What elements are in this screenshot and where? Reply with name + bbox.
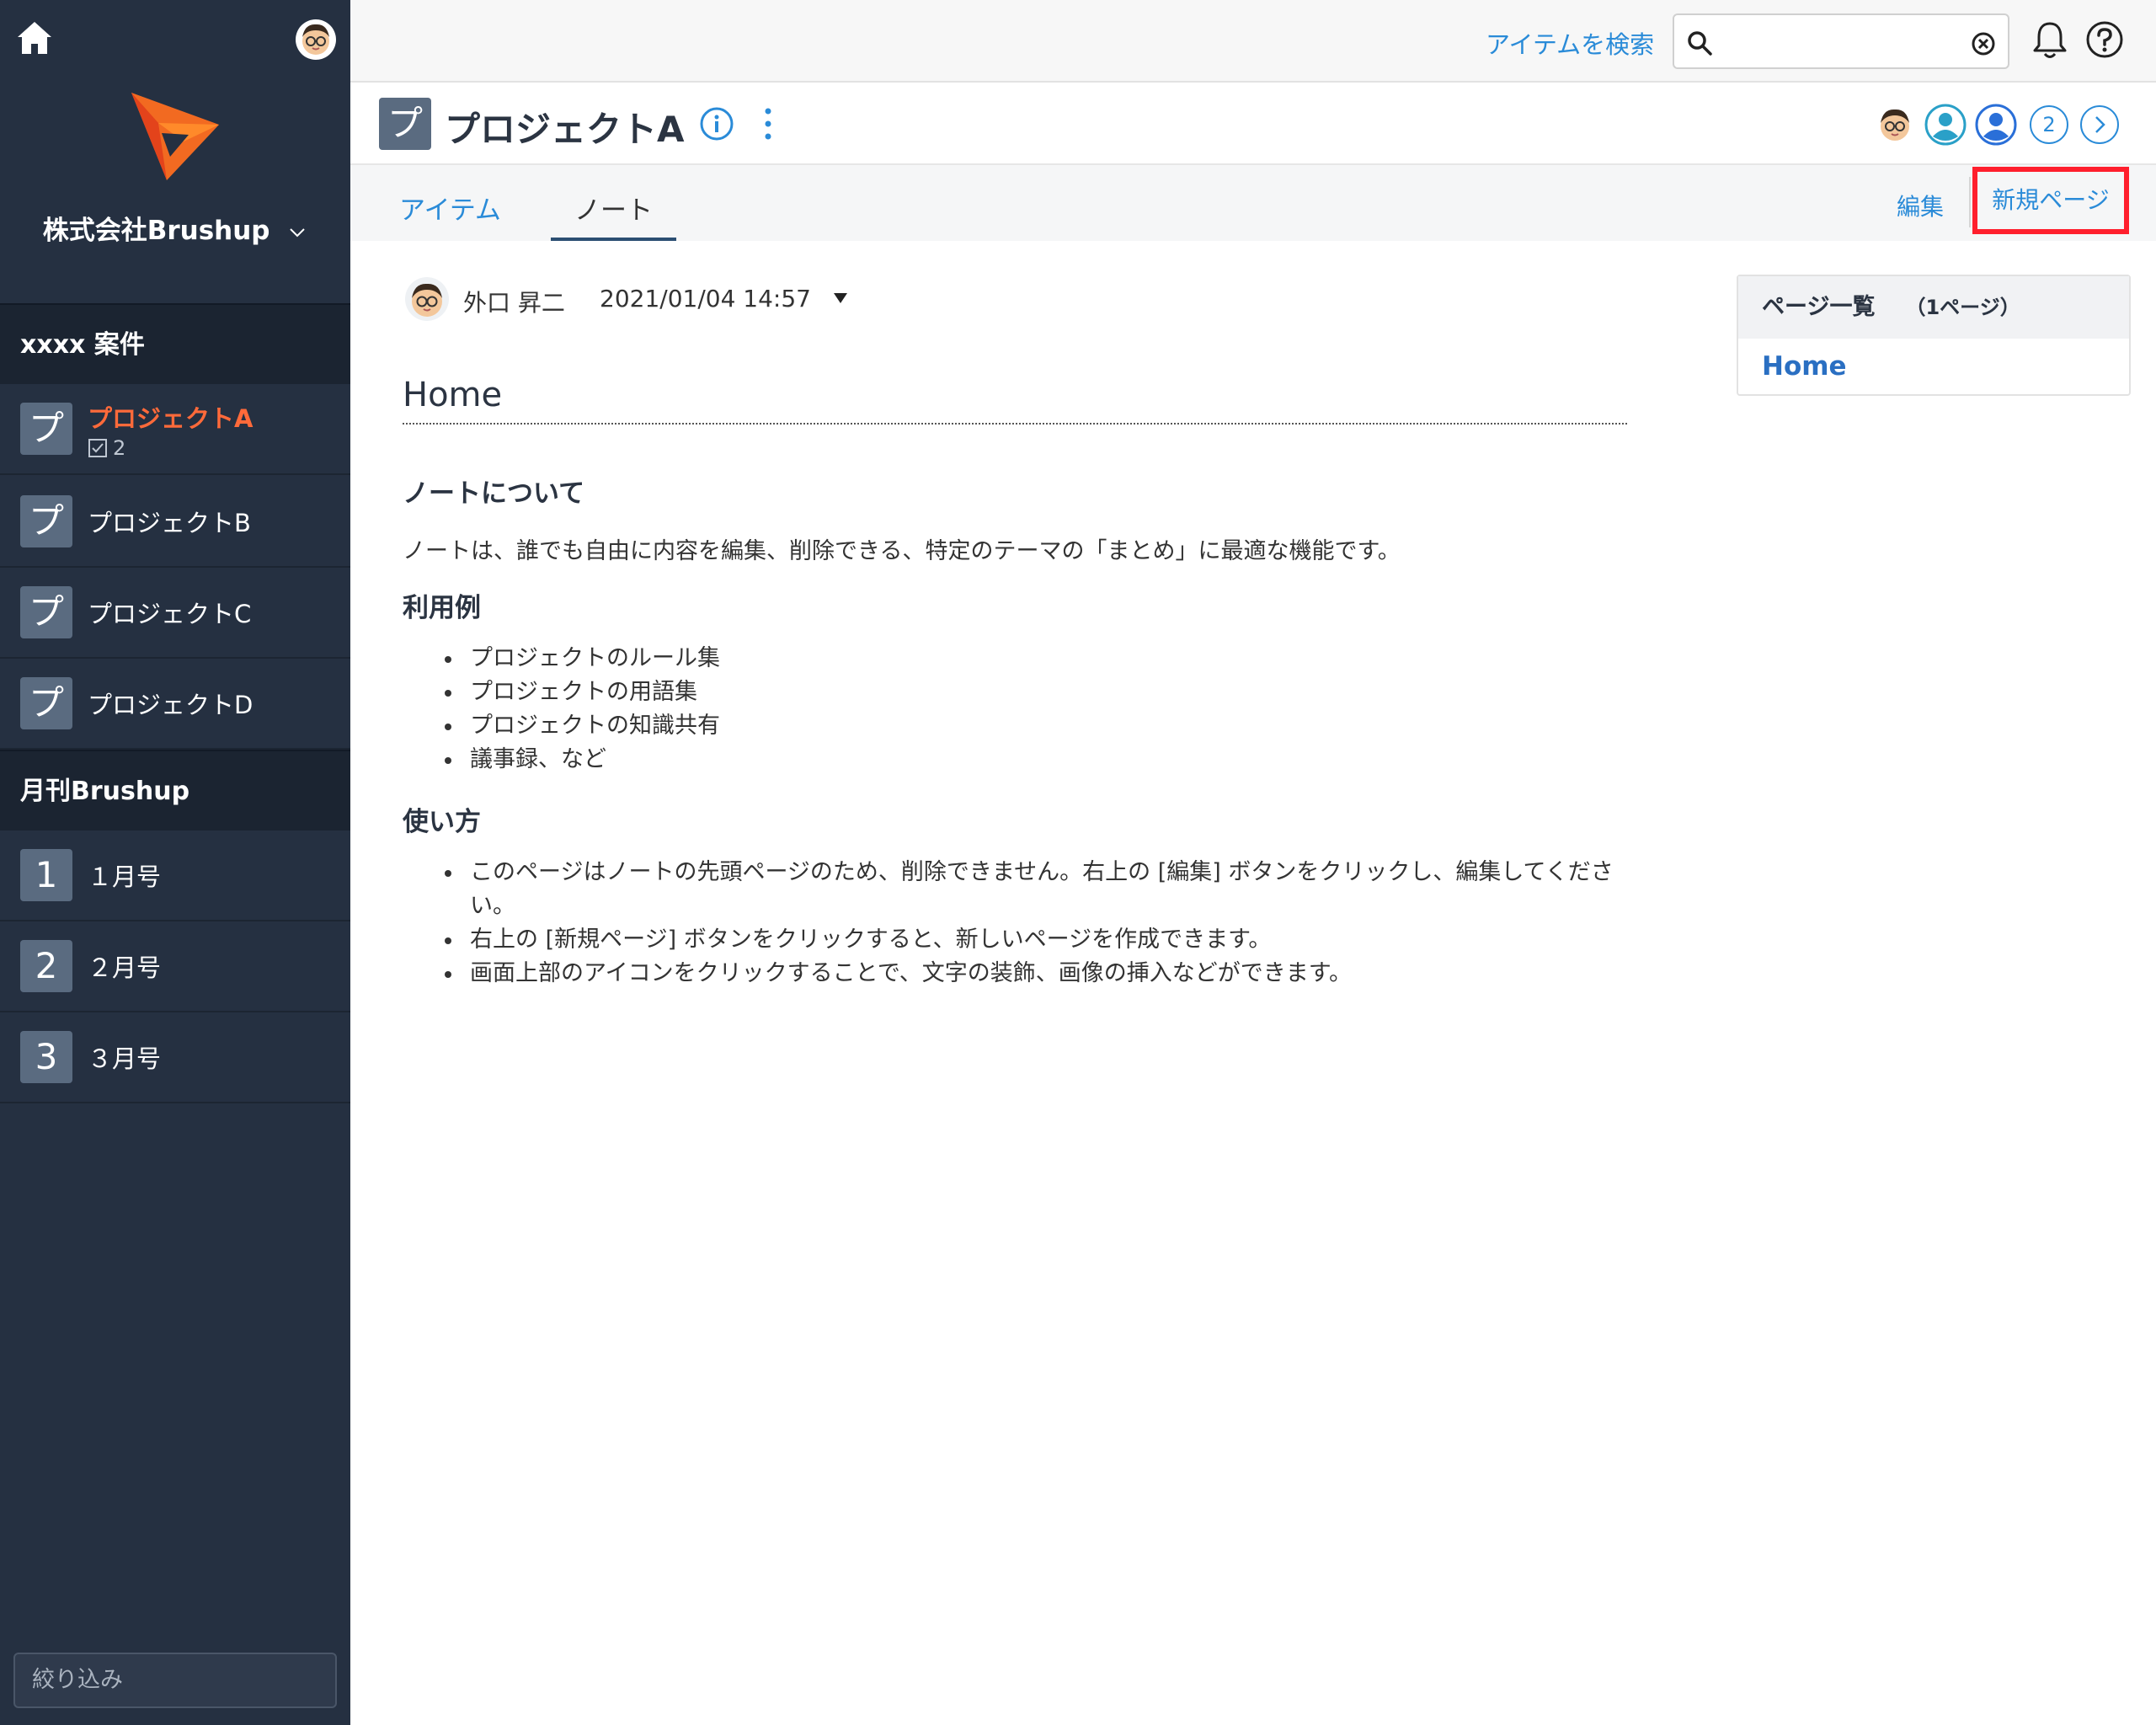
list-item: プロジェクトの知識共有: [436, 709, 720, 743]
chevron-down-icon: [290, 227, 305, 237]
project-icon: プ: [20, 677, 72, 729]
member-avatar[interactable]: [1873, 103, 1917, 147]
member-avatar[interactable]: [1924, 103, 1967, 147]
tab-items[interactable]: アイテム: [399, 189, 501, 241]
sidebar-item-february[interactable]: 2 ２月号: [0, 921, 350, 1012]
group-header-xxxx: xxxx 案件: [0, 303, 350, 384]
project-icon: プ: [20, 403, 72, 455]
clear-icon[interactable]: [1971, 31, 1996, 56]
author-name: 外口 昇二: [463, 289, 565, 317]
search-icon: [1688, 31, 1712, 56]
list-item: 議事録、など: [436, 743, 720, 777]
member-list: 2: [1873, 103, 2119, 147]
project-icon: プ: [379, 98, 431, 150]
sidebar-item-project-d[interactable]: プ プロジェクトD: [0, 659, 350, 750]
brushup-logo: [131, 93, 219, 180]
project-title: プロジェクトA: [445, 109, 685, 150]
members-more-button[interactable]: [2080, 105, 2119, 144]
list-item: プロジェクトのルール集: [436, 642, 720, 676]
note-title: Home: [403, 376, 503, 414]
project-icon: プ: [20, 586, 72, 638]
sidebar-item-label: ３月号: [88, 1044, 162, 1073]
howto-list: このページはノートの先頭ページのため、削除できません。右上の [編集] ボタンを…: [436, 856, 1615, 991]
sidebar-item-label: プロジェクトD: [88, 691, 253, 719]
tab-notes[interactable]: ノート: [551, 189, 676, 241]
user-avatar[interactable]: [295, 19, 337, 61]
tab-bar: アイテム ノート 編集 新規ページ: [350, 165, 2156, 241]
group-header-monthly: 月刊Brushup: [0, 750, 350, 830]
edit-button[interactable]: 編集: [1897, 189, 1944, 222]
app-root: 株式会社Brushup xxxx 案件 プ プロジェクトA 2 プ プロジェクト…: [0, 0, 2156, 1725]
home-icon[interactable]: [13, 17, 56, 59]
section-heading: ノートについて: [403, 478, 585, 509]
page-list-panel: ページ一覧 （1ページ） Home: [1737, 275, 2131, 396]
page-list-title: ページ一覧: [1762, 294, 1876, 320]
sidebar-item-project-a[interactable]: プ プロジェクトA 2: [0, 384, 350, 475]
sidebar-item-label: プロジェクトA: [88, 404, 253, 433]
top-bar: アイテムを検索: [350, 0, 2156, 83]
page-list-header: ページ一覧 （1ページ）: [1738, 276, 2129, 339]
sidebar-item-label: １月号: [88, 862, 162, 891]
title-divider: [403, 423, 1627, 425]
company-switcher[interactable]: 株式会社Brushup: [0, 209, 350, 247]
list-item: 右上の [新規ページ] ボタンをクリックすると、新しいページを作成できます。: [436, 923, 1615, 957]
search-items-link[interactable]: アイテムを検索: [1486, 25, 1654, 61]
section-heading: 利用例: [403, 593, 481, 623]
task-count: 2: [88, 436, 125, 460]
issue-number-icon: 2: [20, 940, 72, 992]
usage-list: プロジェクトのルール集 プロジェクトの用語集 プロジェクトの知識共有 議事録、な…: [436, 642, 720, 777]
search-input[interactable]: [1721, 24, 1966, 61]
task-count-value: 2: [113, 436, 126, 460]
sidebar-item-project-b[interactable]: プ プロジェクトB: [0, 477, 350, 568]
issue-number-icon: 1: [20, 849, 72, 901]
section-paragraph: ノートは、誰でも自由に内容を編集、削除できる、特定のテーマの「まとめ」に最適な機…: [403, 538, 1401, 564]
chevron-right-icon: [2095, 116, 2105, 133]
checkbox-icon: [88, 439, 107, 457]
company-name: 株式会社Brushup: [42, 216, 270, 246]
filter-input[interactable]: 絞り込み: [13, 1653, 337, 1708]
list-item: プロジェクトの用語集: [436, 676, 720, 709]
bell-icon[interactable]: [2031, 20, 2068, 61]
list-item: 画面上部のアイコンをクリックすることで、文字の装飾、画像の挿入などができます。: [436, 957, 1615, 991]
sidebar-item-label: プロジェクトC: [88, 600, 252, 628]
project-icon: プ: [20, 495, 72, 547]
help-icon[interactable]: [2085, 20, 2124, 59]
page-list-item-home[interactable]: Home: [1738, 339, 2129, 394]
divider: [1969, 177, 1971, 227]
sidebar-item-label: ２月号: [88, 953, 162, 982]
search-box[interactable]: [1673, 13, 2009, 69]
sidebar-item-january[interactable]: 1 １月号: [0, 830, 350, 921]
list-item: このページはノートの先頭ページのため、削除できません。右上の [編集] ボタンを…: [436, 856, 1615, 923]
issue-number-icon: 3: [20, 1031, 72, 1083]
author-avatar: [405, 277, 449, 321]
page-count: （1ページ）: [1905, 296, 2020, 319]
member-count[interactable]: 2: [2030, 105, 2068, 144]
sidebar-item-march[interactable]: 3 ３月号: [0, 1012, 350, 1103]
info-icon[interactable]: [699, 106, 734, 142]
note-date: 2021/01/04 14:57: [600, 285, 811, 312]
project-header: プ プロジェクトA 2: [350, 84, 2156, 165]
section-heading: 使い方: [403, 807, 481, 837]
member-avatar[interactable]: [1974, 103, 2018, 147]
sidebar: 株式会社Brushup xxxx 案件 プ プロジェクトA 2 プ プロジェクト…: [0, 0, 350, 1725]
sidebar-item-project-c[interactable]: プ プロジェクトC: [0, 568, 350, 659]
sidebar-item-label: プロジェクトB: [88, 509, 251, 537]
caret-down-icon[interactable]: [832, 290, 849, 307]
new-page-button[interactable]: 新規ページ: [1972, 167, 2129, 234]
kebab-menu-icon[interactable]: [761, 104, 775, 143]
